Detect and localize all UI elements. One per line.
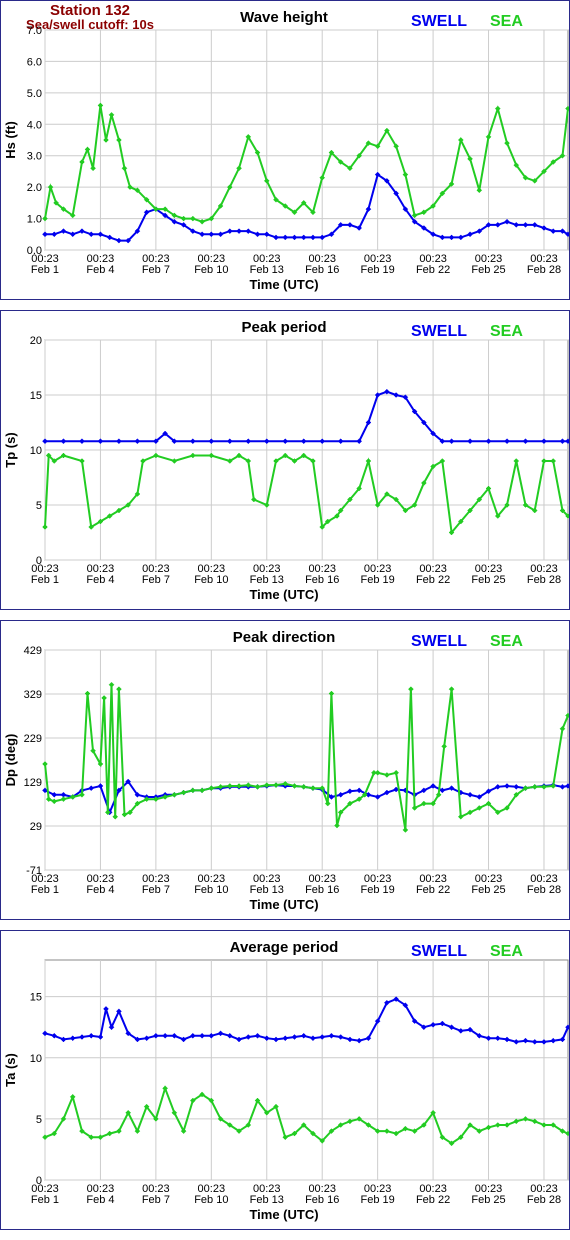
y-axis-label: Hs (ft) <box>3 121 18 159</box>
y-tick-label: 7.0 <box>27 25 42 37</box>
x-tick-label: Feb 1 <box>31 1194 59 1206</box>
x-tick-label: Feb 25 <box>471 264 505 276</box>
average-period-panel: 0 5 10 15 00:23 Feb 1 00:23 Feb 4 00:23 Feb 7 00:2… <box>0 930 570 1230</box>
y-axis-label: Ta (s) <box>3 1053 18 1087</box>
peak-direction-panel: -71 29 129 229 329 429 00:23 Feb 1 00:23 Feb 4 00:… <box>0 620 570 920</box>
peak-period-chart: 0510152000:23Feb 100:23Feb 400:23Feb 700… <box>3 319 569 602</box>
x-tick-label: Feb 10 <box>194 574 228 586</box>
y-tick-label: 229 <box>24 733 42 745</box>
legend-sea: SEA <box>490 323 523 340</box>
y-tick-label: 10 <box>30 445 42 457</box>
x-tick-label: Feb 13 <box>250 1194 284 1206</box>
y-tick-label: 329 <box>24 689 42 701</box>
x-tick-label: Feb 7 <box>142 1194 170 1206</box>
x-tick-label: Feb 28 <box>527 1194 561 1206</box>
y-tick-label: 1.0 <box>27 214 42 226</box>
y-tick-label: 6.0 <box>27 56 42 68</box>
y-tick-label: 129 <box>24 777 42 789</box>
y-tick-label: 20 <box>30 335 42 347</box>
chart-title: Wave height <box>240 9 328 26</box>
legend-sea: SEA <box>490 943 523 960</box>
y-tick-label: 429 <box>24 645 42 657</box>
x-tick-label: Feb 19 <box>361 1194 395 1206</box>
legend-swell: SWELL <box>411 943 467 960</box>
x-tick-label: Feb 16 <box>305 1194 339 1206</box>
x-tick-label: Feb 25 <box>471 574 505 586</box>
x-tick-label: Feb 28 <box>527 884 561 896</box>
chart-title: Average period <box>230 939 339 956</box>
x-tick-label: Feb 16 <box>305 264 339 276</box>
x-tick-label: Feb 16 <box>305 884 339 896</box>
x-axis-label: Time (UTC) <box>249 277 318 292</box>
wave-height-panel: Station 132 Sea/swell cutoff: 10s 0.0 1.0… <box>0 0 570 300</box>
x-tick-label: Feb 4 <box>86 574 114 586</box>
x-tick-label: Feb 19 <box>361 574 395 586</box>
plot-area <box>44 959 569 1181</box>
y-axis-label: Dp (deg) <box>3 734 18 787</box>
x-tick-label: Feb 22 <box>416 574 450 586</box>
x-tick-label: Feb 7 <box>142 264 170 276</box>
x-tick-label: Feb 19 <box>361 264 395 276</box>
y-axis-label: Tp (s) <box>3 432 18 467</box>
x-tick-label: Feb 22 <box>416 264 450 276</box>
x-tick-label: Feb 10 <box>194 884 228 896</box>
x-tick-label: Feb 28 <box>527 574 561 586</box>
legend-sea: SEA <box>490 13 523 30</box>
x-tick-label: Feb 1 <box>31 574 59 586</box>
legend-swell: SWELL <box>411 13 467 30</box>
plot-area <box>44 29 569 251</box>
y-tick-label: 15 <box>30 992 42 1004</box>
x-tick-label: Feb 10 <box>194 1194 228 1206</box>
plot-area <box>44 649 569 871</box>
x-tick-label: Feb 1 <box>31 264 59 276</box>
y-tick-label: 5 <box>36 500 42 512</box>
average-period-chart: 05101500:23Feb 100:23Feb 400:23Feb 700:2… <box>3 939 569 1222</box>
x-tick-label: Feb 16 <box>305 574 339 586</box>
x-tick-label: Feb 13 <box>250 264 284 276</box>
x-tick-label: Feb 4 <box>86 1194 114 1206</box>
y-tick-label: 15 <box>30 390 42 402</box>
x-tick-label: Feb 22 <box>416 1194 450 1206</box>
legend-swell: SWELL <box>411 323 467 340</box>
chart-title: Peak direction <box>233 629 336 646</box>
x-tick-label: Feb 4 <box>86 884 114 896</box>
y-tick-label: 4.0 <box>27 119 42 131</box>
chart-title: Peak period <box>241 319 326 336</box>
x-tick-label: Feb 25 <box>471 884 505 896</box>
x-tick-label: Feb 13 <box>250 884 284 896</box>
x-axis-label: Time (UTC) <box>249 897 318 912</box>
x-tick-label: Feb 25 <box>471 1194 505 1206</box>
x-tick-label: Feb 7 <box>142 884 170 896</box>
x-axis-label: Time (UTC) <box>249 1207 318 1222</box>
x-tick-label: Feb 10 <box>194 264 228 276</box>
y-tick-label: 5.0 <box>27 88 42 100</box>
y-tick-label: 2.0 <box>27 182 42 194</box>
x-axis-label: Time (UTC) <box>249 587 318 602</box>
x-tick-label: Feb 19 <box>361 884 395 896</box>
peak-direction-chart: -712912922932942900:23Feb 100:23Feb 400:… <box>3 629 569 912</box>
y-tick-label: 10 <box>30 1053 42 1065</box>
legend-swell: SWELL <box>411 633 467 650</box>
x-tick-label: Feb 1 <box>31 884 59 896</box>
peak-period-panel: 0 5 10 15 20 00:23 Feb 1 00:23 Feb 4 00:23 Feb 7 00… <box>0 310 570 610</box>
x-tick-label: Feb 22 <box>416 884 450 896</box>
y-tick-label: 29 <box>30 821 42 833</box>
wave-height-chart: 0.01.02.03.04.05.06.07.000:23Feb 100:23F… <box>3 9 569 292</box>
x-tick-label: Feb 13 <box>250 574 284 586</box>
y-tick-label: 3.0 <box>27 151 42 163</box>
legend-sea: SEA <box>490 633 523 650</box>
x-tick-label: Feb 4 <box>86 264 114 276</box>
y-tick-label: 5 <box>36 1114 42 1126</box>
x-tick-label: Feb 7 <box>142 574 170 586</box>
x-tick-label: Feb 28 <box>527 264 561 276</box>
